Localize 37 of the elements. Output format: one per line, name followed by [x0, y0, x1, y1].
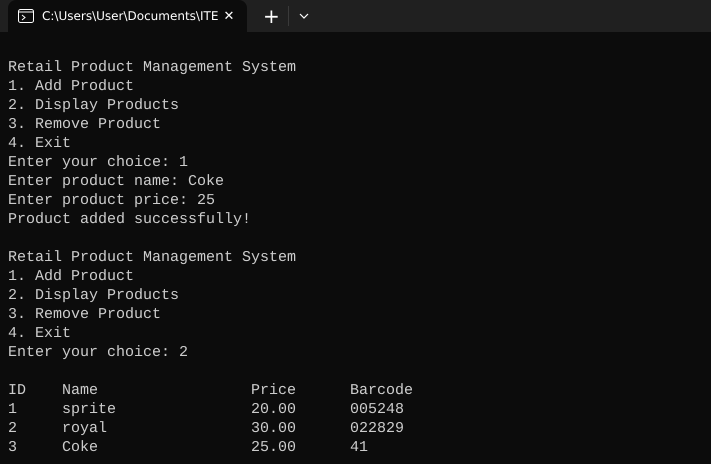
- console-line: 2. Display Products: [8, 96, 180, 115]
- console-icon: [18, 9, 34, 23]
- console-line: Enter product price: 25: [8, 191, 216, 210]
- console-line: 1. Add Product: [8, 267, 134, 286]
- dropdown-caret-icon[interactable]: [298, 13, 309, 19]
- console-line: 4. Exit: [8, 134, 72, 153]
- table-cell: 022829: [350, 419, 404, 438]
- table-cell-text: Coke: [62, 438, 100, 457]
- console-line: 4. Exit: [8, 324, 72, 343]
- console-line: Retail Product Management System: [8, 248, 296, 267]
- table-cell: 41: [350, 438, 368, 457]
- console-line: Enter product name: Coke: [8, 172, 224, 191]
- tab-title: C:\Users\User\Documents\ITE: [42, 9, 220, 23]
- column-header: ID: [8, 381, 28, 400]
- table-cell-text: 20.00: [251, 400, 298, 419]
- console-line: 3. Remove Product: [8, 305, 162, 324]
- new-tab-button[interactable]: +: [263, 6, 280, 26]
- table-cell-text: 30.00: [251, 419, 298, 438]
- console-line: Product added successfully!: [8, 210, 252, 229]
- column-header: Name: [62, 381, 100, 400]
- column-header: Barcode: [350, 381, 414, 400]
- table-cell: 005248: [350, 400, 404, 419]
- column-header: Price: [251, 381, 298, 400]
- table-cell-text: 25.00: [251, 438, 298, 457]
- close-button[interactable]: ✕: [221, 8, 237, 24]
- table-cell-text: 2: [8, 419, 18, 438]
- console-line: Enter your choice: 2: [8, 343, 188, 362]
- console-line: 2. Display Products: [8, 286, 180, 305]
- table-cell-text: royal: [62, 419, 108, 438]
- console-line: Retail Product Management System: [8, 58, 296, 77]
- table-cell-text: 1: [8, 400, 18, 419]
- console-line: 1. Add Product: [8, 77, 134, 96]
- console-line: 3. Remove Product: [8, 115, 162, 134]
- terminal-tab[interactable]: C:\Users\User\Documents\ITE ✕: [8, 0, 247, 32]
- table-cell-text: sprite: [62, 400, 118, 419]
- console-line: Enter your choice: 1: [8, 153, 188, 172]
- table-cell-text: 3: [8, 438, 18, 457]
